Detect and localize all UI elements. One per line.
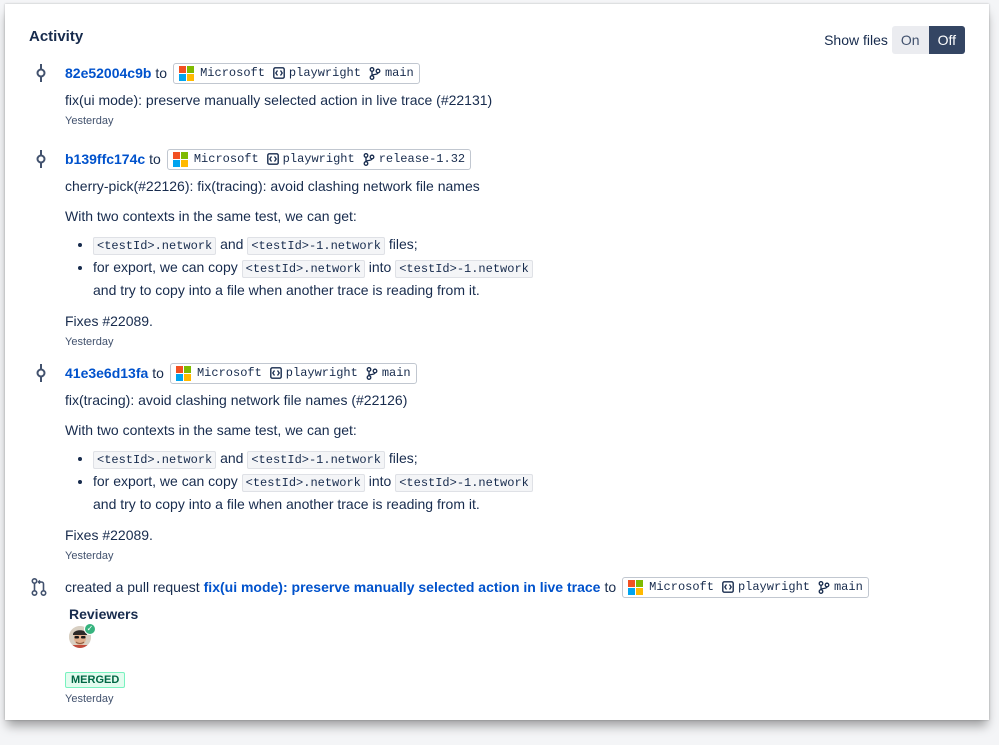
pull-request-icon <box>31 578 47 596</box>
repository-icon <box>266 153 279 165</box>
reviewers-label: Reviewers <box>69 606 139 622</box>
list-text: into <box>368 473 392 489</box>
branch-icon <box>366 366 378 380</box>
list-item: for export, we can copy <testId>.network… <box>93 257 965 301</box>
commit-body-paragraph: With two contexts in the same test, we c… <box>65 422 357 438</box>
repository-icon <box>722 581 734 593</box>
show-files-toggle: On Off <box>891 26 965 54</box>
repo-ref: Microsoft playwright main <box>169 362 417 384</box>
commit-entry: 82e52004c9b to Microsoft playwright main… <box>36 62 965 127</box>
to-label: to <box>155 65 168 81</box>
list-text: into <box>368 259 392 275</box>
commit-fixes: Fixes #22089. <box>65 527 153 543</box>
list-item: <testId>.network and <testId>-1.network … <box>93 234 965 257</box>
branch-name: main <box>381 366 411 380</box>
show-files-label: Show files <box>824 32 888 48</box>
pull-request-title-link[interactable]: fix(ui mode): preserve manually selected… <box>204 576 601 598</box>
repository-icon <box>273 67 285 79</box>
commit-entry: 41e3e6d13fa to Microsoft playwright main… <box>36 362 965 562</box>
commit-message: fix(tracing): avoid clashing network fil… <box>65 392 408 408</box>
repo-owner: Microsoft <box>196 366 262 380</box>
code-snippet: <testId>.network <box>93 237 217 255</box>
repo-ref: Microsoft playwright main <box>622 576 869 598</box>
repo-owner: Microsoft <box>193 152 259 166</box>
list-text: files; <box>388 236 418 252</box>
commit-message: fix(ui mode): preserve manually selected… <box>65 92 493 108</box>
status-badge: MERGED <box>65 672 126 688</box>
list-text: for export, we can copy <box>93 259 238 275</box>
show-files-on-button[interactable]: On <box>891 26 929 54</box>
list-text: and <box>220 236 244 252</box>
branch-icon <box>818 580 830 594</box>
timestamp: Yesterday <box>65 336 114 348</box>
list-text: for export, we can copy <box>93 473 238 489</box>
code-snippet: <testId>-1.network <box>395 474 533 492</box>
show-files-off-button[interactable]: Off <box>928 26 965 54</box>
activity-panel: Activity Show files On Off 82e52004c9b t… <box>5 4 989 720</box>
to-label: to <box>152 365 164 381</box>
code-snippet: <testId>.network <box>241 260 365 278</box>
repo-owner: Microsoft <box>200 66 265 80</box>
approved-check-icon: ✓ <box>84 623 96 635</box>
code-snippet: <testId>-1.network <box>247 451 385 469</box>
commit-body-paragraph: With two contexts in the same test, we c… <box>65 208 357 224</box>
list-text: and <box>220 450 244 466</box>
commit-sha-link[interactable]: 82e52004c9b <box>65 62 151 84</box>
commit-body-list: <testId>.network and <testId>-1.network … <box>65 448 965 515</box>
code-snippet: <testId>-1.network <box>247 237 385 255</box>
pull-request-entry: created a pull request fix(ui mode): pre… <box>31 576 965 705</box>
code-snippet: <testId>.network <box>93 451 217 469</box>
repository-icon <box>269 367 282 379</box>
code-snippet: <testId>-1.network <box>395 260 533 278</box>
branch-name: main <box>833 580 863 594</box>
commit-body-list: <testId>.network and <testId>-1.network … <box>65 234 965 301</box>
list-text: and try to copy into a file when another… <box>93 496 480 512</box>
list-item: for export, we can copy <testId>.network… <box>93 471 965 515</box>
repo-ref: Microsoft playwright main <box>173 62 420 84</box>
commit-sha-link[interactable]: 41e3e6d13fa <box>65 362 148 384</box>
commit-icon <box>36 364 46 382</box>
branch-icon <box>363 152 375 166</box>
timestamp: Yesterday <box>65 550 114 562</box>
microsoft-logo-icon <box>172 151 188 167</box>
repo-ref: Microsoft playwright release-1.32 <box>166 148 472 170</box>
branch-name: release-1.32 <box>378 152 466 166</box>
list-item: <testId>.network and <testId>-1.network … <box>93 448 965 471</box>
code-snippet: <testId>.network <box>241 474 365 492</box>
reviewer-avatar[interactable]: ✓ <box>69 623 97 654</box>
pr-action-text: created a pull request <box>65 579 200 595</box>
show-files-toggle-group: Show files On Off <box>824 26 965 54</box>
list-text: files; <box>388 450 418 466</box>
commit-message: cherry-pick(#22126): fix(tracing): avoid… <box>65 178 480 194</box>
microsoft-logo-icon <box>628 579 644 595</box>
list-text: and try to copy into a file when another… <box>93 282 480 298</box>
to-label: to <box>604 579 617 595</box>
commit-icon <box>36 64 46 82</box>
timestamp: Yesterday <box>65 693 114 705</box>
microsoft-logo-icon <box>179 65 195 81</box>
branch-name: main <box>384 66 414 80</box>
microsoft-logo-icon <box>175 365 191 381</box>
commit-icon <box>36 150 46 168</box>
commit-sha-link[interactable]: b139ffc174c <box>65 148 145 170</box>
commit-entry: b139ffc174c to Microsoft playwright rele… <box>36 148 965 348</box>
repo-name: playwright <box>737 580 810 594</box>
repo-name: playwright <box>282 152 355 166</box>
repo-name: playwright <box>285 366 358 380</box>
repo-owner: Microsoft <box>649 580 714 594</box>
branch-icon <box>369 66 381 80</box>
activity-title: Activity <box>29 28 84 45</box>
commit-fixes: Fixes #22089. <box>65 313 153 329</box>
to-label: to <box>149 151 161 167</box>
repo-name: playwright <box>288 66 361 80</box>
timestamp: Yesterday <box>65 115 114 127</box>
